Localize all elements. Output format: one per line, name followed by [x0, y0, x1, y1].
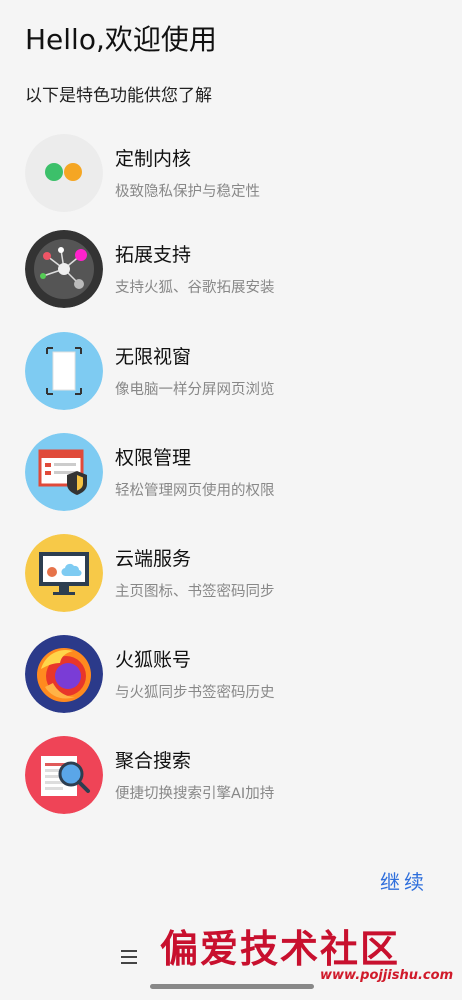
feature-title: 云端服务 — [115, 548, 192, 570]
permission-shield-icon — [25, 433, 103, 511]
feature-description: 主页图标、书签密码同步 — [115, 584, 275, 600]
dual-dot-kernel-icon — [25, 134, 103, 212]
feature-item-kernel: 定制内核 极致隐私保护与稳定性 — [0, 134, 462, 214]
continue-button[interactable]: 继续 — [380, 866, 428, 895]
feature-item-firefox-account: 火狐账号 与火狐同步书签密码历史 — [0, 635, 462, 715]
feature-title: 拓展支持 — [115, 244, 192, 266]
onboarding-screen: Hello,欢迎使用 以下是特色功能供您了解 定制内核 极致隐私保护与稳定性 拓… — [0, 0, 462, 1000]
feature-item-permissions: 权限管理 轻松管理网页使用的权限 — [0, 433, 462, 513]
extension-network-icon — [25, 230, 103, 308]
window-frame-icon — [25, 332, 103, 410]
feature-title: 无限视窗 — [115, 346, 192, 368]
feature-item-aggregate-search: 聚合搜索 便捷切换搜索引擎AI加持 — [0, 736, 462, 816]
cloud-monitor-icon — [25, 534, 103, 612]
feature-description: 轻松管理网页使用的权限 — [115, 483, 275, 499]
feature-title: 火狐账号 — [115, 649, 192, 671]
menu-icon[interactable] — [121, 944, 139, 970]
feature-item-multiwindow: 无限视窗 像电脑一样分屏网页浏览 — [0, 332, 462, 412]
feature-title: 定制内核 — [115, 148, 192, 170]
feature-item-cloud: 云端服务 主页图标、书签密码同步 — [0, 534, 462, 614]
home-indicator[interactable] — [150, 984, 314, 989]
feature-title: 权限管理 — [115, 447, 192, 469]
firefox-icon — [25, 635, 103, 713]
feature-description: 极致隐私保护与稳定性 — [115, 184, 260, 200]
page-subtitle: 以下是特色功能供您了解 — [25, 86, 212, 106]
search-magnifier-icon — [25, 736, 103, 814]
feature-description: 与火狐同步书签密码历史 — [115, 685, 275, 701]
watermark-url: www.pojjishu.com — [320, 968, 454, 983]
page-title: Hello,欢迎使用 — [25, 23, 217, 56]
feature-description: 像电脑一样分屏网页浏览 — [115, 382, 275, 398]
feature-description: 支持火狐、谷歌拓展安装 — [115, 280, 275, 296]
feature-item-extensions: 拓展支持 支持火狐、谷歌拓展安装 — [0, 230, 462, 310]
watermark-title: 偏爱技术社区 — [160, 926, 401, 971]
feature-description: 便捷切换搜索引擎AI加持 — [115, 786, 275, 802]
feature-title: 聚合搜索 — [115, 750, 192, 772]
